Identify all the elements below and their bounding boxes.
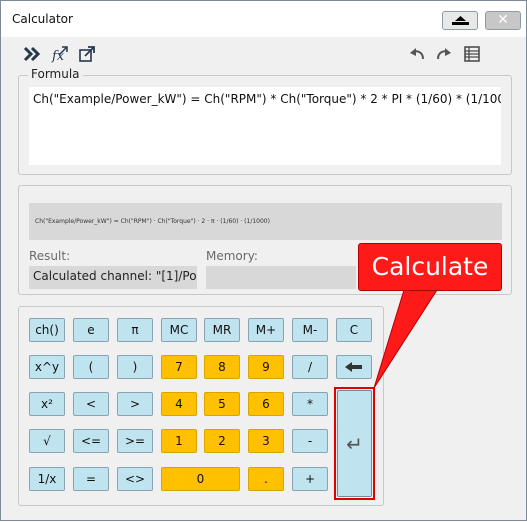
key-subtract[interactable]: - (292, 429, 328, 453)
function-icon[interactable]: fx (51, 45, 69, 63)
title-bar: Calculator ✕ (1, 1, 526, 37)
key-greater-equal[interactable]: >= (117, 429, 153, 453)
key-open-paren[interactable]: ( (73, 355, 109, 379)
result-field: Calculated channel: "[1]/Powe (29, 266, 197, 289)
key-mminus[interactable]: M- (292, 318, 328, 342)
export-icon[interactable] (78, 45, 96, 63)
key-power[interactable]: x^y (29, 355, 65, 379)
key-mc[interactable]: MC (161, 318, 197, 342)
highlight-outline (334, 387, 375, 500)
formula-label: Formula (28, 67, 83, 81)
key-pi[interactable]: π (117, 318, 153, 342)
key-equal[interactable]: = (73, 467, 109, 491)
key-mplus[interactable]: M+ (248, 318, 284, 342)
key-multiply[interactable]: * (292, 392, 328, 416)
calculate-callout: Calculate (358, 243, 502, 291)
key-ch[interactable]: ch() (29, 318, 65, 342)
close-icon: ✕ (497, 12, 509, 28)
restore-button[interactable] (442, 11, 478, 30)
key-4[interactable]: 4 (161, 392, 197, 416)
restore-icon (452, 16, 469, 25)
undo-icon[interactable] (408, 45, 426, 63)
key-e[interactable]: e (73, 318, 109, 342)
key-8[interactable]: 8 (204, 355, 240, 379)
key-divide[interactable]: / (292, 355, 328, 379)
key-0[interactable]: 0 (161, 467, 240, 491)
key-not-equal[interactable]: <> (117, 467, 153, 491)
key-backspace[interactable] (336, 355, 372, 379)
key-decimal[interactable]: . (248, 467, 284, 491)
key-reciprocal[interactable]: 1/x (29, 467, 65, 491)
memory-field (206, 266, 356, 289)
formula-panel: Formula Ch("Example/Power_kW") = Ch("RPM… (18, 67, 512, 175)
expand-icon[interactable] (23, 45, 41, 63)
key-5[interactable]: 5 (204, 392, 240, 416)
result-label: Result: (29, 249, 71, 263)
window-title: Calculator (12, 12, 73, 26)
formula-text: Ch("Example/Power_kW") = Ch("RPM") * Ch(… (33, 92, 501, 106)
key-less-equal[interactable]: <= (73, 429, 109, 453)
redo-icon[interactable] (435, 45, 453, 63)
key-greater[interactable]: > (117, 392, 153, 416)
formula-preview: Ch("Example/Power_kW") = Ch("RPM") · Ch(… (29, 203, 502, 240)
key-1[interactable]: 1 (161, 429, 197, 453)
formula-input[interactable]: Ch("Example/Power_kW") = Ch("RPM") * Ch(… (29, 87, 501, 165)
list-icon[interactable] (463, 45, 481, 63)
close-button[interactable]: ✕ (485, 11, 521, 30)
callout-text: Calculate (371, 252, 489, 281)
formula-preview-text: Ch("Example/Power_kW") = Ch("RPM") · Ch(… (35, 218, 270, 225)
key-square[interactable]: x² (29, 392, 65, 416)
key-clear[interactable]: C (336, 318, 372, 342)
key-sqrt[interactable]: √ (29, 429, 65, 453)
key-9[interactable]: 9 (248, 355, 284, 379)
key-2[interactable]: 2 (204, 429, 240, 453)
key-7[interactable]: 7 (161, 355, 197, 379)
result-value: Calculated channel: "[1]/Powe (33, 269, 197, 283)
backspace-icon (345, 362, 362, 372)
key-3[interactable]: 3 (248, 429, 284, 453)
key-mr[interactable]: MR (204, 318, 240, 342)
key-close-paren[interactable]: ) (117, 355, 153, 379)
key-add[interactable]: + (292, 467, 328, 491)
key-6[interactable]: 6 (248, 392, 284, 416)
memory-label: Memory: (206, 249, 258, 263)
key-less[interactable]: < (73, 392, 109, 416)
calculator-window: Calculator ✕ fx Formula Ch("Example/Powe… (0, 0, 527, 521)
